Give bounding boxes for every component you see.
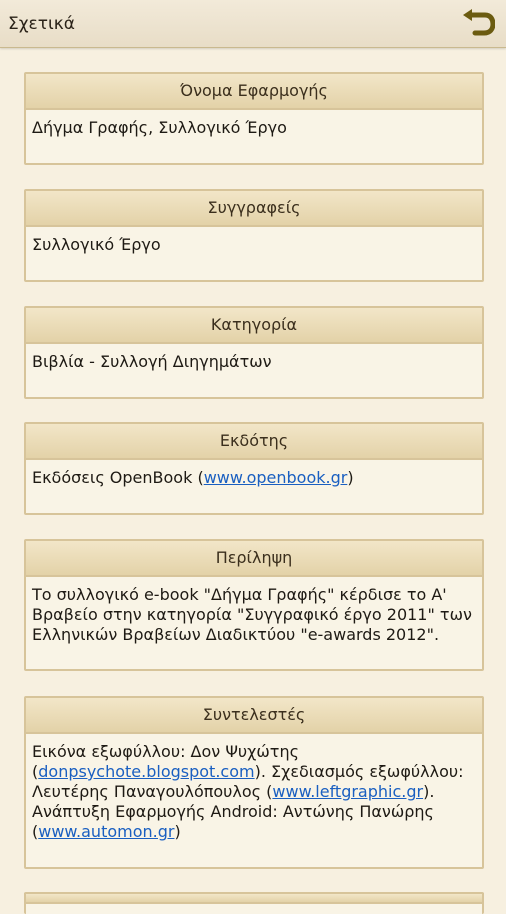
card-authors: Συγγραφείς Συλλογικό Έργο	[24, 189, 484, 282]
action-bar: Σχετικά	[0, 0, 506, 48]
card-heading: Εκδότης	[26, 424, 482, 460]
contributors-line: Εικόνα εξωφύλλου: Δον Ψυχώτης	[32, 742, 299, 761]
card-heading: Συγγραφείς	[26, 191, 482, 227]
card-category: Κατηγορία Βιβλία - Συλλογή Διηγημάτων	[24, 306, 484, 399]
summary-line: Ελληνικών Βραβείων Διαδικτύου "e-awards …	[32, 625, 440, 644]
card-app-name: Όνομα Εφαρμογής Δήγμα Γραφής, Συλλογικό …	[24, 72, 484, 165]
contributors-line: (www.automon.gr)	[32, 822, 181, 841]
card-text: Το συλλογικό e-book "Δήγμα Γραφής" κέρδι…	[26, 577, 482, 645]
card-heading: Περίληψη	[26, 541, 482, 577]
card-text: Συλλογικό Έργο	[32, 235, 161, 254]
card-next-partial	[24, 892, 484, 914]
card-text: Δήγμα Γραφής, Συλλογικό Έργο	[32, 118, 287, 137]
card-text: Εκδόσεις OpenBook (www.openbook.gr)	[26, 460, 482, 488]
card-text: Εικόνα εξωφύλλου: Δον Ψυχώτης (donpsycho…	[26, 734, 482, 842]
contributors-line: Ανάπτυξη Εφαρμογής Android: Αντώνης Πανώ…	[32, 802, 434, 821]
automon-link[interactable]: www.automon.gr	[38, 822, 174, 841]
donpsychote-link[interactable]: donpsychote.blogspot.com	[38, 762, 254, 781]
card-text: Βιβλία - Συλλογή Διηγημάτων	[32, 352, 272, 371]
contributors-line: Λευτέρης Παναγουλόπουλος (www.leftgraphi…	[32, 782, 435, 801]
publisher-close: )	[347, 468, 354, 487]
back-button[interactable]	[460, 7, 496, 41]
card-heading: Κατηγορία	[26, 308, 482, 344]
card-heading-partial	[26, 894, 482, 904]
card-heading: Όνομα Εφαρμογής	[26, 74, 482, 110]
card-contributors: Συντελεστές Εικόνα εξωφύλλου: Δον Ψυχώτη…	[24, 696, 484, 869]
card-publisher: Εκδότης Εκδόσεις OpenBook (www.openbook.…	[24, 422, 484, 515]
summary-line: Βραβείο στην κατηγορία "Συγγραφικό έργο …	[32, 605, 472, 624]
openbook-link[interactable]: www.openbook.gr	[204, 468, 348, 487]
publisher-text: Εκδόσεις OpenBook (	[32, 468, 204, 487]
contributors-line: (donpsychote.blogspot.com). Σχεδιασμός ε…	[32, 762, 464, 781]
card-heading: Συντελεστές	[26, 698, 482, 734]
undo-arrow-icon	[463, 9, 495, 36]
summary-line: Το συλλογικό e-book "Δήγμα Γραφής" κέρδι…	[32, 585, 447, 604]
page-title: Σχετικά	[8, 14, 75, 34]
leftgraphic-link[interactable]: www.leftgraphic.gr	[272, 782, 423, 801]
card-summary: Περίληψη Το συλλογικό e-book "Δήγμα Γραφ…	[24, 539, 484, 671]
